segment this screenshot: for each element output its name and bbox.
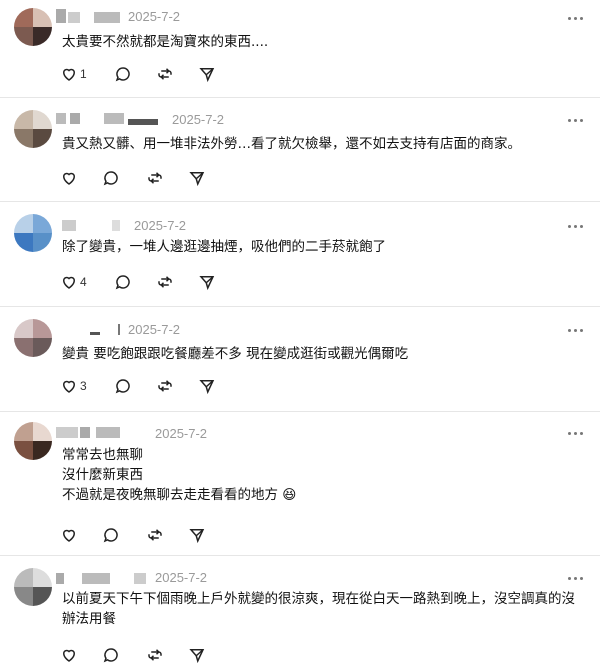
- more-dots-icon[interactable]: [568, 118, 586, 124]
- like-count: 3: [80, 379, 87, 393]
- comment-text: 常常去也無聊 沒什麼新東西 不過就是夜晚無聊去走走看看的地方 😆: [62, 447, 297, 503]
- post-date[interactable]: 2025-7-2: [128, 9, 180, 24]
- reply-button[interactable]: [102, 167, 120, 189]
- send-icon: [199, 68, 215, 83]
- heart-icon: [62, 380, 76, 393]
- like-button[interactable]: 3: [60, 375, 87, 397]
- comment-bubble-icon: [103, 171, 118, 186]
- like-button[interactable]: 1: [60, 63, 87, 85]
- repost-button[interactable]: [146, 524, 164, 546]
- post-date[interactable]: 2025-7-2: [155, 570, 207, 585]
- more-dots-icon[interactable]: [568, 576, 586, 582]
- repost-icon: [158, 68, 172, 80]
- post-date[interactable]: 2025-7-2: [128, 322, 180, 337]
- reply-button[interactable]: [102, 524, 120, 546]
- comment-text: 變貴 要吃飽跟跟吃餐廳差不多 現在變成逛街或觀光偶爾吃: [62, 346, 409, 362]
- heart-icon: [62, 172, 76, 185]
- comment-bubble-icon: [103, 648, 118, 663]
- username-blurred[interactable]: [56, 217, 126, 233]
- like-button[interactable]: [60, 524, 80, 546]
- share-button[interactable]: [188, 167, 206, 189]
- repost-icon: [158, 380, 172, 392]
- action-bar: 4: [60, 271, 260, 293]
- avatar[interactable]: [14, 568, 52, 606]
- share-button[interactable]: [198, 375, 216, 397]
- heart-icon: [62, 529, 76, 542]
- share-button[interactable]: [198, 63, 216, 85]
- repost-button[interactable]: [156, 375, 174, 397]
- comment-post: 2025-7-2 除了變貴，一堆人邊逛邊抽煙，吸他們的二手菸就飽了 4: [0, 202, 600, 307]
- share-button[interactable]: [188, 644, 206, 666]
- repost-icon: [148, 529, 162, 541]
- like-count: 1: [80, 67, 87, 81]
- reply-button[interactable]: [114, 271, 132, 293]
- send-icon: [199, 380, 215, 395]
- avatar[interactable]: [14, 214, 52, 252]
- comment-text: 以前夏天下午下個雨晚上戶外就變的很涼爽，現在從白天一路熱到晚上，沒空調真的沒辦法…: [62, 591, 575, 627]
- share-button[interactable]: [188, 524, 206, 546]
- username-blurred[interactable]: [56, 321, 122, 337]
- comment-text: 太貴要不然就都是淘寶來的東西....: [62, 34, 269, 50]
- action-bar: 3: [60, 375, 260, 397]
- repost-icon: [148, 649, 162, 661]
- comment-bubble-icon: [115, 67, 130, 82]
- comment-bubble-icon: [115, 275, 130, 290]
- avatar[interactable]: [14, 8, 52, 46]
- repost-button[interactable]: [146, 167, 164, 189]
- action-bar: [60, 167, 260, 189]
- comment-post: 2025-7-2 變貴 要吃飽跟跟吃餐廳差不多 現在變成逛街或觀光偶爾吃 3: [0, 307, 600, 412]
- repost-icon: [148, 172, 162, 184]
- share-button[interactable]: [198, 271, 216, 293]
- like-button[interactable]: 4: [60, 271, 87, 293]
- repost-button[interactable]: [146, 644, 164, 666]
- comment-post: 2025-7-2 太貴要不然就都是淘寶來的東西.... 1: [0, 0, 600, 98]
- heart-icon: [62, 68, 76, 81]
- like-count: 4: [80, 275, 87, 289]
- username-blurred[interactable]: [56, 570, 148, 586]
- avatar[interactable]: [14, 319, 52, 357]
- comment-bubble-icon: [103, 528, 118, 543]
- comment-post: 2025-7-2 以前夏天下午下個雨晚上戶外就變的很涼爽，現在從白天一路熱到晚上…: [0, 556, 600, 669]
- like-button[interactable]: [60, 644, 80, 666]
- send-icon: [199, 276, 215, 291]
- heart-icon: [62, 649, 76, 662]
- comment-text: 除了變貴，一堆人邊逛邊抽煙，吸他們的二手菸就飽了: [62, 239, 386, 255]
- username-blurred[interactable]: [56, 110, 162, 126]
- repost-button[interactable]: [156, 271, 174, 293]
- username-blurred[interactable]: [56, 424, 148, 440]
- action-bar: [60, 524, 260, 546]
- post-date[interactable]: 2025-7-2: [155, 426, 207, 441]
- send-icon: [189, 649, 205, 664]
- reply-button[interactable]: [102, 644, 120, 666]
- more-dots-icon[interactable]: [568, 224, 586, 230]
- post-date[interactable]: 2025-7-2: [172, 112, 224, 127]
- send-icon: [189, 529, 205, 544]
- avatar[interactable]: [14, 422, 52, 460]
- repost-button[interactable]: [156, 63, 174, 85]
- post-date[interactable]: 2025-7-2: [134, 218, 186, 233]
- send-icon: [189, 172, 205, 187]
- more-dots-icon[interactable]: [568, 431, 586, 437]
- repost-icon: [158, 276, 172, 288]
- action-bar: [60, 644, 260, 666]
- comment-post: 2025-7-2 常常去也無聊 沒什麼新東西 不過就是夜晚無聊去走走看看的地方 …: [0, 412, 600, 556]
- reply-button[interactable]: [114, 63, 132, 85]
- like-button[interactable]: [60, 167, 80, 189]
- comment-text: 貴又熱又髒、用一堆非法外勞…看了就欠檢舉，還不如去支持有店面的商家。: [62, 136, 521, 152]
- comment-post: 2025-7-2 貴又熱又髒、用一堆非法外勞…看了就欠檢舉，還不如去支持有店面的…: [0, 98, 600, 202]
- username-blurred[interactable]: [56, 9, 126, 25]
- more-dots-icon[interactable]: [568, 328, 586, 334]
- more-dots-icon[interactable]: [568, 16, 586, 22]
- avatar[interactable]: [14, 110, 52, 148]
- comment-bubble-icon: [115, 379, 130, 394]
- heart-icon: [62, 276, 76, 289]
- action-bar: 1: [60, 63, 260, 85]
- reply-button[interactable]: [114, 375, 132, 397]
